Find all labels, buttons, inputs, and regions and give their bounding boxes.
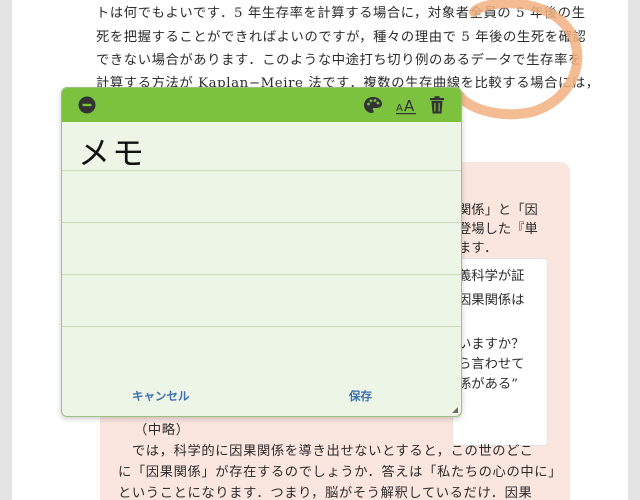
text-fragment: ます． <box>458 241 498 256</box>
ruled-line <box>62 326 461 327</box>
memo-title[interactable]: メモ <box>78 128 146 174</box>
minus-circle-icon[interactable] <box>78 96 96 114</box>
text-line: ということになります．つまり，脳がそう解釈しているだけ．因果 <box>118 486 533 500</box>
quote-box <box>452 258 548 446</box>
text-fragment: 登場した『単 <box>458 222 538 237</box>
text-fragment: 係がある” <box>458 377 518 392</box>
svg-text:A: A <box>396 103 403 114</box>
save-button[interactable]: 保存 <box>349 388 372 404</box>
resize-handle[interactable] <box>452 407 458 413</box>
cancel-button[interactable]: キャンセル <box>132 388 190 404</box>
font-size-icon[interactable]: A A <box>395 94 417 116</box>
palette-icon[interactable] <box>363 96 383 114</box>
memo-toolbar: A A <box>62 88 461 122</box>
ruled-line <box>62 274 461 275</box>
text-fragment: 義科学が証 <box>458 269 525 284</box>
ruled-line <box>62 222 461 223</box>
text-fragment: いますか？ <box>458 337 525 352</box>
text-line: では，科学的に因果関係を導き出せないとすると，この世のどこ <box>118 444 534 459</box>
text-fragment: 関係」と「因 <box>458 203 538 218</box>
text-line: （中略） <box>134 423 190 438</box>
ruled-line <box>62 170 461 171</box>
svg-text:A: A <box>404 97 415 115</box>
text-line: に「因果関係」が存在するのでしょうか．答えは「私たちの心の中に」 <box>118 465 563 480</box>
trash-icon[interactable] <box>429 96 445 114</box>
memo-dialog[interactable]: A A メモ キャンセル 保存 <box>61 87 462 417</box>
text-fragment: ら言わせて <box>458 357 525 372</box>
text-fragment: 因果関係は <box>458 293 525 308</box>
